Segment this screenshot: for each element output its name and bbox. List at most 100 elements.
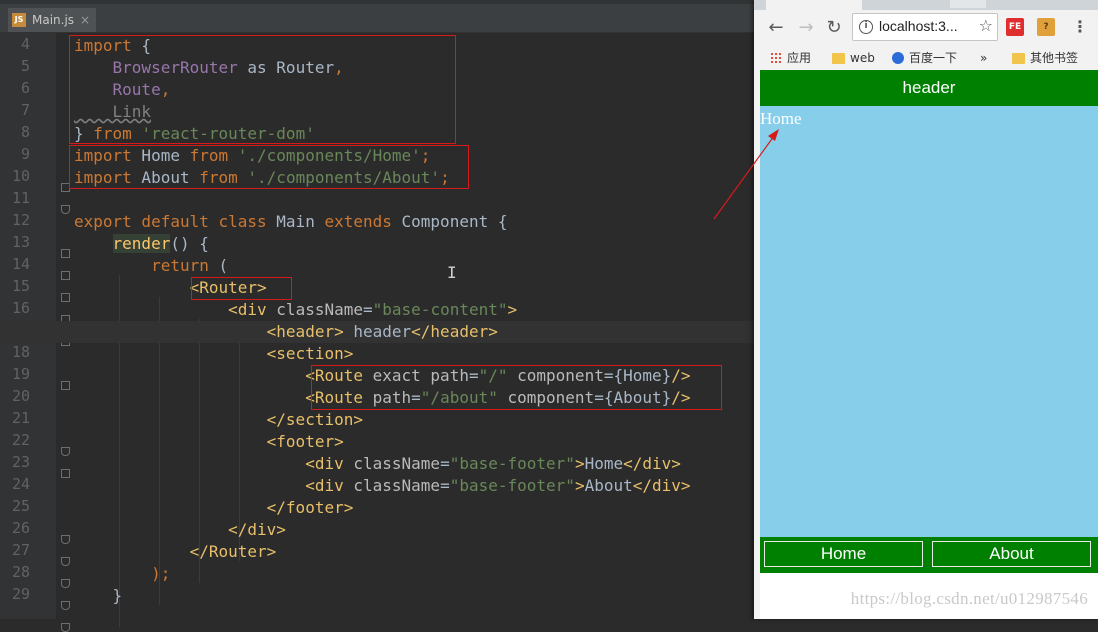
code-editor: JS Main.js × 4 5 6 7 8 9 10 11 12 13 14 … — [0, 0, 760, 632]
back-icon[interactable]: ← — [766, 18, 786, 38]
fold-end-icon[interactable] — [61, 579, 70, 588]
code-line: <footer> — [266, 432, 344, 451]
footer-about-button[interactable]: About — [932, 541, 1091, 567]
line-number: 25 — [11, 497, 30, 515]
highlight-box-import-components — [69, 145, 469, 189]
forward-icon[interactable]: → — [796, 18, 816, 38]
line-number: 8 — [20, 123, 30, 141]
code-line: </section> — [266, 410, 363, 429]
line-number: 11 — [11, 189, 30, 207]
code-line: <div className="base-content"> — [228, 300, 518, 319]
highlight-box-import-router — [69, 35, 456, 144]
code-line: export default class Main extends Compon… — [74, 212, 508, 231]
fold-end-icon[interactable] — [61, 623, 70, 632]
extension-icon[interactable]: ? — [1037, 18, 1055, 36]
tab-label: Main.js — [32, 13, 75, 27]
code-line: <div className="base-footer">Home</div> — [305, 454, 681, 473]
info-icon[interactable]: i — [859, 20, 873, 34]
line-number: 15 — [11, 277, 30, 295]
bookmark-web[interactable]: web — [832, 49, 875, 67]
bookmark-label: 其他书签 — [1030, 51, 1079, 65]
fe-extension-icon[interactable]: FE — [1006, 18, 1024, 36]
code-line: </div> — [228, 520, 286, 539]
bookmark-label: 应用 — [787, 51, 812, 65]
close-icon[interactable]: × — [80, 13, 90, 27]
fold-marker-icon[interactable] — [61, 249, 70, 258]
bookmarks-bar: 应用 web 百度一下 » 其他书签 — [754, 46, 1098, 70]
line-number: 26 — [11, 519, 30, 537]
tab-main-js[interactable]: JS Main.js × — [8, 8, 97, 32]
url-text: localhost:3... — [879, 18, 958, 34]
bookmark-apps[interactable]: 应用 — [770, 49, 811, 67]
code-line: return ( — [151, 256, 229, 275]
route-content: Home — [760, 109, 802, 128]
line-number: 20 — [11, 387, 30, 405]
code-line: </footer> — [266, 498, 354, 517]
code-line: <div className="base-footer">About</div> — [305, 476, 691, 495]
code-line: </Router> — [189, 542, 277, 561]
browser-tab[interactable] — [766, 0, 862, 10]
line-number: 23 — [11, 453, 30, 471]
reload-icon[interactable]: ↻ — [824, 18, 844, 38]
fold-marker-icon[interactable] — [61, 381, 70, 390]
fold-end-icon[interactable] — [61, 205, 70, 214]
menu-icon[interactable]: ⋮ — [1072, 16, 1088, 38]
fold-end-icon[interactable] — [61, 447, 70, 456]
line-number: 5 — [20, 57, 30, 75]
page-viewport: header Home Home About https://blog.csdn… — [760, 70, 1098, 619]
editor-tab-bar: JS Main.js × — [0, 0, 760, 33]
line-number: 24 — [11, 475, 30, 493]
line-number: 13 — [11, 233, 30, 251]
line-number: 4 — [20, 35, 30, 53]
line-number: 7 — [20, 101, 30, 119]
line-number: 21 — [11, 409, 30, 427]
browser-tab-strip — [754, 0, 1098, 10]
line-number: 14 — [11, 255, 30, 273]
code-line: } — [112, 586, 123, 605]
folder-icon — [1012, 52, 1025, 64]
line-number: 28 — [11, 563, 30, 581]
baidu-paw-icon — [892, 52, 904, 64]
js-file-icon: JS — [12, 13, 26, 27]
bookmarks-overflow[interactable]: » — [980, 49, 987, 67]
highlight-box-router-tag — [191, 277, 292, 300]
bookmark-star-icon[interactable]: ☆ — [979, 16, 993, 35]
code-line: ); — [151, 564, 171, 583]
app-footer: Home About — [760, 537, 1098, 573]
fold-marker-icon[interactable] — [61, 469, 70, 478]
bookmark-label: 百度一下 — [909, 51, 958, 65]
watermark: https://blog.csdn.net/u012987546 — [850, 589, 1088, 608]
fold-marker-icon[interactable] — [61, 271, 70, 280]
code-line: render() { — [112, 234, 209, 253]
highlight-box-routes — [311, 365, 722, 410]
line-number: 12 — [11, 211, 30, 229]
bookmark-other[interactable]: 其他书签 — [1012, 49, 1078, 67]
fold-marker-icon[interactable] — [61, 293, 70, 302]
code-line-current: <header> header</header> — [0, 321, 760, 343]
line-number: 22 — [11, 431, 30, 449]
new-tab-button[interactable] — [950, 0, 986, 8]
fold-end-icon[interactable] — [61, 535, 70, 544]
line-number: 16 — [11, 299, 30, 317]
line-number: 19 — [11, 365, 30, 383]
line-number: 18 — [11, 343, 30, 361]
text-cursor-icon: I — [447, 263, 457, 282]
bookmark-label: web — [850, 51, 875, 65]
tab-bar-strip — [0, 0, 760, 4]
address-bar[interactable]: i localhost:3... ☆ — [852, 13, 998, 41]
fold-end-icon[interactable] — [61, 601, 70, 610]
footer-home-button[interactable]: Home — [764, 541, 923, 567]
bookmark-baidu[interactable]: 百度一下 — [892, 49, 957, 67]
browser-toolbar: ← → ↻ i localhost:3... ☆ FE ? ⋮ — [754, 10, 1098, 46]
code-line: <section> — [266, 344, 354, 363]
apps-grid-icon — [770, 52, 782, 64]
line-number: 9 — [20, 145, 30, 163]
app-section: Home — [760, 106, 1098, 537]
app-header: header — [760, 70, 1098, 106]
line-number: 29 — [11, 585, 30, 603]
folder-icon — [832, 52, 845, 64]
line-number: 10 — [11, 167, 30, 185]
browser-window: ← → ↻ i localhost:3... ☆ FE ? ⋮ 应用 web 百… — [754, 0, 1098, 619]
fold-end-icon[interactable] — [61, 557, 70, 566]
line-number: 6 — [20, 79, 30, 97]
